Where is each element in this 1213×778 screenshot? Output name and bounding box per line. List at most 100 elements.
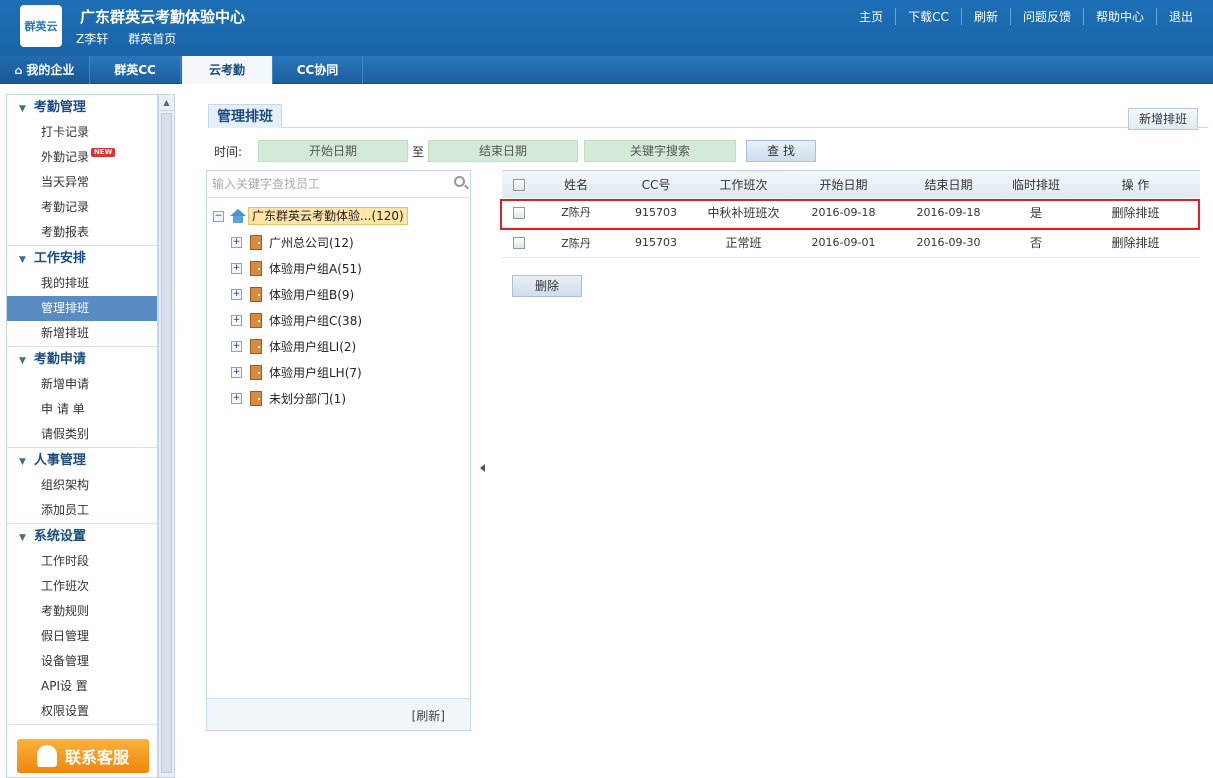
sidebar-group-header[interactable]: ▼ 系统设置: [7, 524, 157, 549]
panel-collapse-icon[interactable]: [480, 464, 485, 472]
column-header: 操 作: [1071, 170, 1200, 198]
main-content: 管理排班 新增排班 时间: 开始日期 至 结束日期 关键字搜索 查 找 输入关键…: [190, 94, 1213, 778]
cell-start: 2016-09-18: [791, 197, 896, 228]
sidebar-item-add-schedule[interactable]: 新增排班: [7, 321, 157, 346]
department-icon: [250, 260, 262, 276]
sidebar-group-work: ▼ 工作安排 我的排班 管理排班 新增排班: [7, 246, 157, 347]
tree-node[interactable]: + 广州总公司(12): [231, 233, 354, 251]
expand-icon[interactable]: +: [231, 314, 242, 326]
end-date-field[interactable]: 结束日期: [428, 140, 578, 162]
tree-root-label[interactable]: 广东群英云考勤体验...(120): [248, 207, 408, 225]
cell-temp: 是: [1001, 197, 1071, 228]
scroll-up-icon[interactable]: ▲: [159, 95, 174, 111]
link-download-cc[interactable]: 下载CC: [895, 8, 961, 25]
tree-node[interactable]: + 体验用户组A(51): [231, 259, 362, 277]
org-tree-panel: 输入关键字查找员工 − 广东群英云考勤体验...(120) + 广州总公司(12)…: [206, 170, 471, 731]
sidebar-item-field-records[interactable]: 外勤记录 NEW: [7, 145, 157, 170]
department-icon: [250, 234, 262, 250]
sidebar-item-permissions[interactable]: 权限设置: [7, 699, 157, 724]
sidebar-group-hr: ▼ 人事管理 组织架构 添加员工: [7, 448, 157, 524]
time-label: 时间:: [214, 144, 243, 159]
sidebar-group-header[interactable]: ▼ 考勤申请: [7, 347, 157, 372]
link-home[interactable]: 主页: [847, 8, 895, 25]
expand-icon[interactable]: +: [231, 236, 242, 248]
expand-icon[interactable]: +: [231, 262, 242, 274]
user-name: Z李轩: [76, 32, 109, 46]
start-date-field[interactable]: 开始日期: [258, 140, 408, 162]
tab-cloud-attendance[interactable]: 云考勤: [182, 56, 273, 84]
sidebar-item-device-mgmt[interactable]: 设备管理: [7, 649, 157, 674]
expand-icon[interactable]: +: [231, 366, 242, 378]
sidebar-scrollbar[interactable]: ▲: [158, 94, 175, 778]
sidebar-item-api-settings[interactable]: API设 置: [7, 674, 157, 699]
sidebar-group-header[interactable]: ▼ 工作安排: [7, 246, 157, 271]
sidebar-group-header[interactable]: ▼ 考勤管理: [7, 95, 157, 120]
tree-node[interactable]: + 未划分部门(1): [231, 389, 346, 407]
column-header: 临时排班: [1001, 170, 1071, 198]
expand-icon[interactable]: +: [231, 392, 242, 404]
row-select-cell[interactable]: [502, 227, 536, 258]
sidebar-item-add-employee[interactable]: 添加员工: [7, 498, 157, 523]
sidebar-item-attendance-records[interactable]: 考勤记录: [7, 195, 157, 220]
tab-qunying-cc[interactable]: 群英CC: [90, 56, 181, 84]
sidebar-item-new-request[interactable]: 新增申请: [7, 372, 157, 397]
cell-cc: 915703: [616, 227, 696, 258]
link-feedback[interactable]: 问题反馈: [1009, 8, 1083, 25]
sidebar-item-request-list[interactable]: 申 请 单: [7, 397, 157, 422]
select-all-checkbox[interactable]: [513, 178, 525, 191]
add-schedule-button[interactable]: 新增排班: [1128, 108, 1198, 130]
sidebar-item-attendance-report[interactable]: 考勤报表: [7, 220, 157, 245]
link-logout[interactable]: 退出: [1155, 8, 1205, 25]
sidebar-item-leave-types[interactable]: 请假类别: [7, 422, 157, 447]
sidebar-item-punch-records[interactable]: 打卡记录: [7, 120, 157, 145]
keyword-search-field[interactable]: 关键字搜索: [584, 140, 736, 162]
support-agent-icon: [36, 745, 57, 767]
tree-node[interactable]: + 体验用户组C(38): [231, 311, 362, 329]
employee-search-input[interactable]: 输入关键字查找员工: [207, 171, 470, 198]
header-subline: Z李轩 群英首页: [76, 30, 176, 47]
row-select-cell[interactable]: [502, 197, 536, 228]
cell-cc: 915703: [616, 197, 696, 228]
link-refresh[interactable]: 刷新: [960, 8, 1010, 25]
tree-root-node[interactable]: − 广东群英云考勤体验...(120): [213, 207, 408, 225]
cell-temp: 否: [1001, 227, 1071, 258]
link-help-center[interactable]: 帮助中心: [1082, 8, 1156, 25]
sidebar-item-org-structure[interactable]: 组织架构: [7, 473, 157, 498]
find-button[interactable]: 查 找: [746, 140, 816, 162]
collapse-triangle-icon: ▼: [19, 457, 26, 467]
tab-my-enterprise[interactable]: ⌂ 我的企业: [0, 56, 90, 84]
search-row: 时间: 开始日期 至 结束日期 关键字搜索 查 找: [214, 140, 816, 162]
expand-icon[interactable]: +: [231, 288, 242, 300]
select-all-cell[interactable]: [502, 170, 536, 198]
row-checkbox[interactable]: [513, 237, 525, 249]
sidebar-item-work-periods[interactable]: 工作时段: [7, 549, 157, 574]
contact-support-button[interactable]: 联系客服: [17, 739, 149, 773]
collapse-triangle-icon: ▼: [19, 255, 26, 265]
sidebar-item-work-shifts[interactable]: 工作班次: [7, 574, 157, 599]
expand-icon[interactable]: +: [231, 340, 242, 352]
delete-button[interactable]: 删除: [512, 275, 582, 297]
delete-schedule-link[interactable]: 删除排班: [1071, 197, 1200, 228]
sidebar-item-manage-schedule[interactable]: 管理排班: [7, 296, 157, 321]
tree-node[interactable]: + 体验用户组B(9): [231, 285, 354, 303]
cell-name: Z陈丹: [536, 197, 616, 228]
company-logo: 群英云: [20, 5, 62, 47]
table-header-row: 姓名 CC号 工作班次 开始日期 结束日期 临时排班 操 作: [502, 170, 1200, 198]
delete-schedule-link[interactable]: 删除排班: [1071, 227, 1200, 258]
sidebar-group-header[interactable]: ▼ 人事管理: [7, 448, 157, 473]
tab-cc-collab[interactable]: CC协同: [273, 56, 363, 84]
tree-node[interactable]: + 体验用户组LI(2): [231, 337, 356, 355]
home-icon: ⌂: [14, 64, 23, 77]
scrollbar-thumb[interactable]: [161, 113, 172, 773]
sidebar-item-today-exceptions[interactable]: 当天异常: [7, 170, 157, 195]
table-row: Z陈丹 915703 正常班 2016-09-01 2016-09-30 否 删…: [502, 227, 1200, 258]
collapse-icon[interactable]: −: [213, 210, 224, 222]
row-checkbox[interactable]: [513, 206, 525, 219]
tree-node[interactable]: + 体验用户组LH(7): [231, 363, 362, 381]
sidebar-item-my-schedule[interactable]: 我的排班: [7, 271, 157, 296]
tree-refresh-link[interactable]: [刷新]: [412, 707, 445, 724]
sidebar-item-holiday-mgmt[interactable]: 假日管理: [7, 624, 157, 649]
search-icon[interactable]: [454, 176, 465, 187]
sidebar-item-attendance-rules[interactable]: 考勤规则: [7, 599, 157, 624]
home-link[interactable]: 群英首页: [128, 30, 176, 47]
